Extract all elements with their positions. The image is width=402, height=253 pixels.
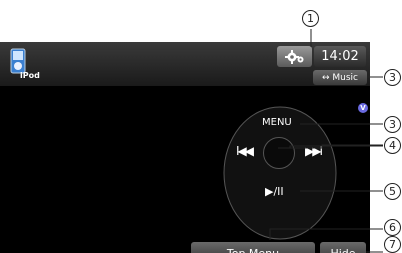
callout-7: 7 [384,236,401,253]
callout-4: 4 [384,137,401,154]
callout-3: 3 [384,69,401,86]
callout-1: 1 [302,10,319,27]
callout-5: 5 [384,183,401,200]
callout-6: 6 [384,219,401,236]
callout-leader-lines [269,29,383,253]
callout-3: 3 [384,116,401,133]
